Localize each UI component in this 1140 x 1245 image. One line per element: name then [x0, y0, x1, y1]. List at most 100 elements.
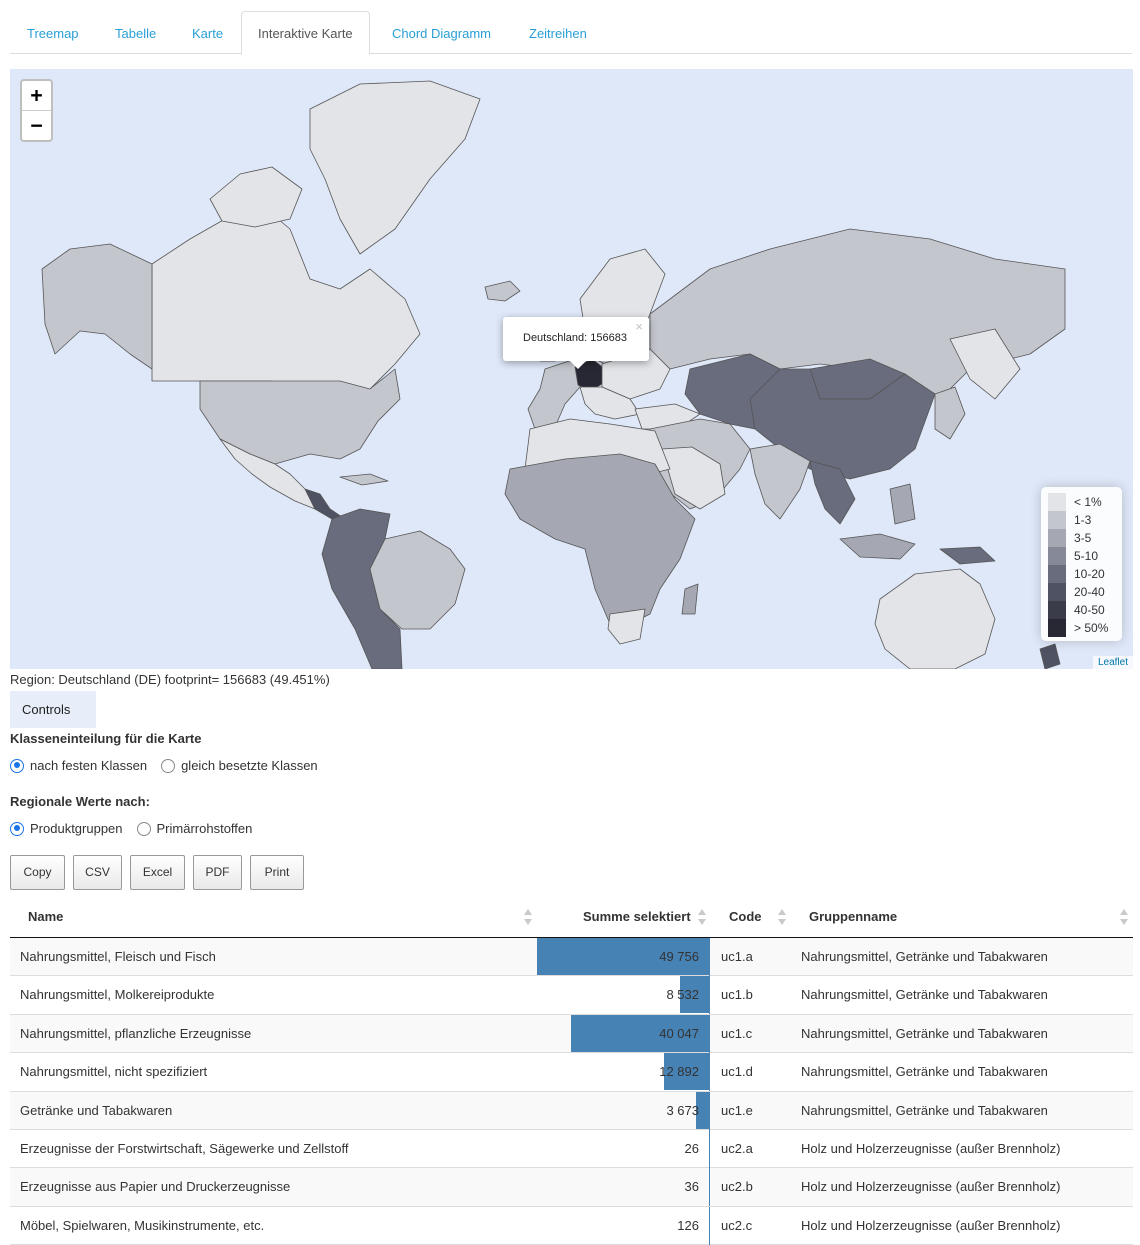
header-name[interactable]: Name	[28, 898, 63, 937]
zoom-in-button[interactable]: +	[22, 81, 51, 110]
legend-label: 1-3	[1074, 513, 1092, 527]
table-row[interactable]: Möbel, Spielwaren, Musikinstrumente, etc…	[10, 1206, 1133, 1245]
cell-name: Möbel, Spielwaren, Musikinstrumente, etc…	[20, 1217, 265, 1233]
table-row[interactable]: Erzeugnisse der Forstwirtschaft, Sägewer…	[10, 1129, 1133, 1169]
legend-item: 40-50	[1048, 601, 1115, 619]
cell-group: Nahrungsmittel, Getränke und Tabakwaren	[801, 987, 1048, 1003]
cell-name: Nahrungsmittel, Molkereiprodukte	[20, 987, 215, 1003]
table-row[interactable]: Nahrungsmittel, Fleisch und Fisch 49 756 u…	[10, 938, 1133, 977]
table-row[interactable]: Nahrungsmittel, Molkereiprodukte 8 532 uc1…	[10, 976, 1133, 1015]
header-group[interactable]: Gruppenname	[809, 898, 897, 937]
cell-name: Nahrungsmittel, nicht spezifiziert	[20, 1064, 208, 1080]
sum-value: 126	[677, 1217, 699, 1233]
tab-chord-diagramm[interactable]: Chord Diagramm	[375, 11, 508, 54]
legend-label: 10-20	[1074, 567, 1105, 581]
cell-group: Holz und Holzerzeugnisse (außer Brennhol…	[801, 1217, 1061, 1233]
regional-radio-group: Produktgruppen Primärrohstoffen	[10, 821, 266, 836]
pdf-button[interactable]: PDF	[193, 855, 242, 890]
legend-label: 5-10	[1074, 549, 1099, 563]
cell-code: uc1.b	[721, 987, 753, 1003]
radio-primaerrohstoffe[interactable]: Primärrohstoffen	[136, 821, 252, 836]
table-row[interactable]: Nahrungsmittel, pflanzliche Erzeugnisse 4…	[10, 1014, 1133, 1054]
popup-text: Deutschland: 156683	[523, 332, 627, 344]
header-code[interactable]: Code	[729, 898, 762, 937]
radio-gleich-besetzte-label: gleich besetzte Klassen	[181, 758, 318, 773]
region-arctic-islands	[209, 166, 303, 228]
radio-feste-klassen-circle[interactable]	[10, 758, 24, 773]
radio-gleich-besetzte[interactable]: gleich besetzte Klassen	[161, 758, 318, 773]
radio-feste-klassen[interactable]: nach festen Klassen	[10, 758, 147, 773]
region-alaska	[41, 243, 153, 370]
radio-produktgruppen-circle[interactable]	[10, 821, 24, 836]
legend-label: 3-5	[1074, 531, 1092, 545]
radio-produktgruppen-label: Produktgruppen	[30, 821, 123, 836]
controls-toggle[interactable]: Controls	[10, 691, 96, 728]
region-info: Region: Deutschland (DE) footprint= 1566…	[10, 672, 330, 687]
legend-item: 1-3	[1048, 511, 1115, 529]
cell-name: Erzeugnisse der Forstwirtschaft, Sägewer…	[20, 1140, 349, 1156]
legend-item: 20-40	[1048, 583, 1115, 601]
tab-interaktive-karte[interactable]: Interaktive Karte	[241, 11, 370, 55]
map-legend: < 1% 1-3 3-5 5-10 10-20 20-40 40-50 > 50%	[1041, 487, 1122, 641]
region-new-guinea	[939, 546, 996, 565]
radio-feste-klassen-label: nach festen Klassen	[30, 758, 148, 773]
excel-button[interactable]: Excel	[130, 855, 185, 890]
legend-item: > 50%	[1048, 619, 1115, 637]
cell-code: uc1.c	[721, 1025, 753, 1041]
region-australia	[874, 568, 996, 669]
leaflet-attribution-link[interactable]: Leaflet	[1092, 656, 1133, 669]
radio-gleich-besetzte-circle[interactable]	[161, 758, 176, 773]
radio-produktgruppen[interactable]: Produktgruppen	[10, 821, 123, 836]
interactive-map[interactable]: + − Deutschland: 156683 × < 1% 1-3 3-5 5-10…	[10, 69, 1133, 669]
region-indonesia	[839, 533, 916, 560]
sum-value: 26	[684, 1140, 699, 1156]
legend-label: 40-50	[1074, 603, 1105, 617]
header-sum[interactable]: Summe selektiert	[583, 898, 691, 937]
classes-radio-group: nach festen Klassen gleich besetzte Klas…	[10, 758, 332, 773]
sort-group-icon[interactable]	[1120, 909, 1128, 925]
table-row[interactable]: Erzeugnisse aus Papier und Druckerzeugni…	[10, 1168, 1133, 1207]
cell-group: Nahrungsmittel, Getränke und Tabakwaren	[801, 1102, 1048, 1118]
legend-swatch	[1048, 619, 1066, 637]
popup-close-icon[interactable]: ×	[635, 319, 643, 334]
region-greenland	[309, 80, 481, 255]
sum-value: 12 892	[659, 1064, 699, 1080]
csv-button[interactable]: CSV	[73, 855, 122, 890]
radio-primaerrohstoffe-circle[interactable]	[136, 821, 151, 836]
cell-sum: 49 756	[537, 938, 710, 976]
map-popup: Deutschland: 156683 ×	[503, 317, 649, 369]
legend-swatch	[1048, 511, 1066, 529]
copy-button[interactable]: Copy	[10, 855, 65, 890]
sum-value: 36	[684, 1179, 699, 1195]
region-iceland	[484, 280, 521, 302]
cell-group: Nahrungsmittel, Getränke und Tabakwaren	[801, 1064, 1048, 1080]
cell-code: uc2.c	[721, 1217, 753, 1233]
popup-tip	[570, 361, 586, 369]
region-japan	[934, 386, 966, 440]
cell-name: Erzeugnisse aus Papier und Druckerzeugni…	[20, 1179, 291, 1195]
cell-group: Holz und Holzerzeugnisse (außer Brennhol…	[801, 1140, 1061, 1156]
sort-code-icon[interactable]	[778, 909, 786, 925]
sort-sum-icon[interactable]	[698, 909, 706, 925]
table-row[interactable]: Getränke und Tabakwaren 3 673 uc1.e Nahrung…	[10, 1091, 1133, 1130]
world-map[interactable]	[10, 69, 1133, 669]
tab-tabelle[interactable]: Tabelle	[98, 11, 173, 54]
legend-label: < 1%	[1074, 495, 1102, 509]
cell-name: Nahrungsmittel, pflanzliche Erzeugnisse	[20, 1025, 252, 1041]
zoom-control: + −	[20, 79, 53, 142]
cell-sum: 12 892	[538, 1053, 710, 1092]
tab-zeitreihen[interactable]: Zeitreihen	[512, 11, 604, 54]
sort-name-icon[interactable]	[524, 909, 532, 925]
region-south-africa	[607, 608, 646, 645]
sum-value: 40 047	[659, 1025, 699, 1041]
legend-swatch	[1048, 529, 1066, 547]
table-row[interactable]: Nahrungsmittel, nicht spezifiziert 12 892…	[10, 1053, 1133, 1092]
tab-treemap[interactable]: Treemap	[10, 11, 96, 54]
cell-sum: 40 047	[538, 1014, 710, 1053]
zoom-out-button[interactable]: −	[22, 110, 51, 139]
tab-karte[interactable]: Karte	[175, 11, 240, 54]
cell-name: Getränke und Tabakwaren	[20, 1102, 173, 1118]
cell-code: uc2.b	[721, 1179, 753, 1195]
print-button[interactable]: Print	[250, 855, 304, 890]
region-caribbean	[339, 473, 389, 486]
